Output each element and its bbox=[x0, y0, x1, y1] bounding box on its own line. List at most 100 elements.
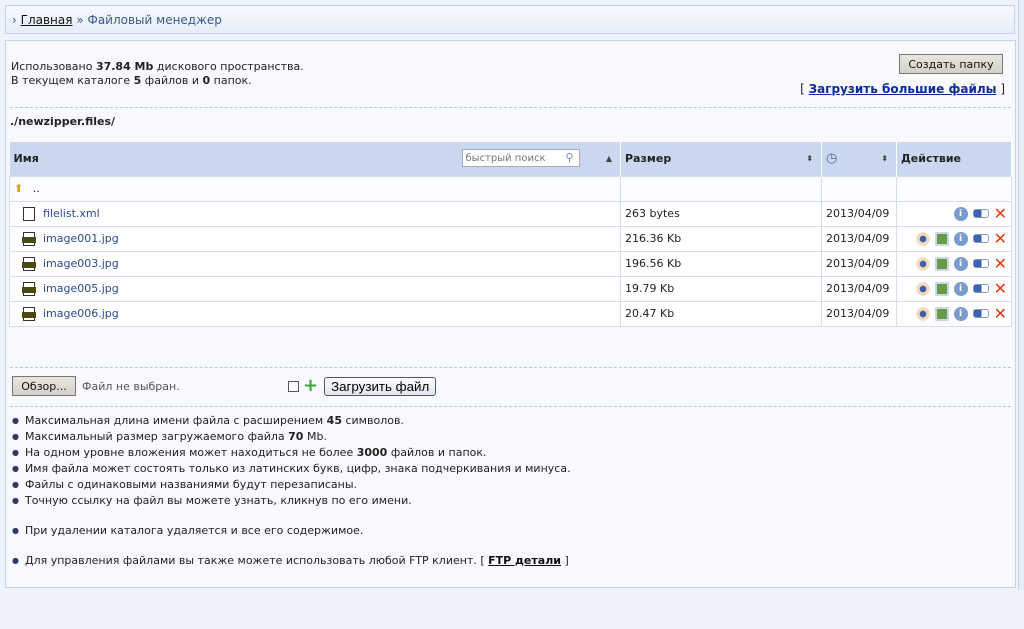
info-icon[interactable]: i bbox=[953, 206, 968, 221]
column-action: Действие bbox=[896, 142, 1012, 176]
note-item: Имя файла может состоять только из латин… bbox=[12, 461, 571, 477]
browse-button[interactable]: Обзор... bbox=[12, 376, 76, 396]
note-text: Максимальная длина имени файла с расшире… bbox=[24, 414, 324, 427]
info-icon[interactable]: i bbox=[953, 306, 968, 321]
quick-search-input[interactable] bbox=[461, 149, 580, 167]
delete-icon[interactable]: ✕ bbox=[994, 280, 1007, 296]
actions: i ✕ bbox=[896, 225, 1012, 252]
parent-dir-row[interactable]: ⬆ .. bbox=[9, 175, 1012, 202]
note-text: При удалении каталога удаляется и все ег… bbox=[24, 524, 364, 537]
actions: i ✕ bbox=[896, 275, 1012, 302]
date-clock-icon: ◷ bbox=[826, 151, 838, 167]
view-icon[interactable] bbox=[915, 306, 930, 321]
note-text: Mb. bbox=[306, 430, 327, 443]
note-item: Для управления файлами вы также можете и… bbox=[12, 553, 571, 569]
breadcrumb-home-link[interactable]: Главная bbox=[21, 13, 73, 27]
header-label: Действие bbox=[901, 152, 961, 166]
file-name-link[interactable]: image006.jpg bbox=[43, 307, 119, 320]
file-name-link[interactable]: image003.jpg bbox=[43, 257, 119, 270]
table-row: filelist.xml 263 bytes 2013/04/09 i ✕ bbox=[9, 200, 1012, 227]
rename-icon[interactable] bbox=[972, 284, 989, 293]
add-file-icon[interactable]: + bbox=[303, 377, 318, 395]
file-table: Имя ⚲ ▲ Размер⬍ ◷⬍ Действие ⬆ .. filelis… bbox=[9, 142, 1012, 327]
divider bbox=[10, 107, 1011, 108]
search-icon[interactable]: ⚲ bbox=[566, 151, 574, 164]
sort-icon[interactable]: ⬍ bbox=[806, 154, 813, 163]
file-size: 196.56 Kb bbox=[620, 250, 822, 277]
note-text: На одном уровне вложения может находитьс… bbox=[24, 446, 354, 459]
column-size[interactable]: Размер ⬍ bbox=[620, 142, 822, 176]
info-icon[interactable]: i bbox=[953, 281, 968, 296]
file-date: 2013/04/09 bbox=[821, 275, 897, 302]
actions: i ✕ bbox=[896, 300, 1012, 327]
file-count: 5 bbox=[133, 74, 142, 87]
image-preview-icon[interactable] bbox=[934, 281, 949, 296]
scrollbar[interactable] bbox=[1018, 0, 1024, 590]
delete-icon[interactable]: ✕ bbox=[994, 205, 1007, 221]
text: дискового пространства. bbox=[156, 60, 304, 73]
note-text: Имя файла может состоять только из латин… bbox=[24, 462, 571, 475]
view-icon[interactable] bbox=[915, 281, 930, 296]
current-path: ./newzipper.files/ bbox=[10, 115, 116, 128]
sort-asc-icon[interactable]: ▲ bbox=[606, 154, 612, 163]
info-icon[interactable]: i bbox=[953, 231, 968, 246]
file-date: 2013/04/09 bbox=[821, 200, 897, 227]
divider bbox=[10, 406, 1011, 407]
upload-form: Обзор... Файл не выбран. + Загрузить фай… bbox=[12, 376, 437, 396]
image-preview-icon[interactable] bbox=[934, 306, 949, 321]
file-name-link[interactable]: image001.jpg bbox=[43, 232, 119, 245]
disk-usage-info: Использовано 37.84 Mb дискового простран… bbox=[11, 60, 304, 88]
file-size: 20.47 Kb bbox=[620, 300, 822, 327]
note-value: 70 bbox=[288, 430, 304, 443]
image-preview-icon[interactable] bbox=[934, 231, 949, 246]
rename-icon[interactable] bbox=[972, 309, 989, 318]
jpg-file-icon bbox=[22, 281, 36, 296]
image-preview-icon[interactable] bbox=[934, 256, 949, 271]
header-label: Размер bbox=[625, 152, 672, 166]
table-row: image005.jpg 19.79 Kb 2013/04/09 i ✕ bbox=[9, 275, 1012, 302]
jpg-file-icon bbox=[22, 231, 36, 246]
delete-icon[interactable]: ✕ bbox=[994, 230, 1007, 246]
note-text: ] bbox=[564, 554, 569, 567]
note-text: символов. bbox=[345, 414, 404, 427]
table-row: image001.jpg 216.36 Kb 2013/04/09 i ✕ bbox=[9, 225, 1012, 252]
file-size: 19.79 Kb bbox=[620, 275, 822, 302]
rename-icon[interactable] bbox=[972, 234, 989, 243]
file-size: 263 bytes bbox=[620, 200, 822, 227]
create-folder-button[interactable]: Создать папку bbox=[899, 54, 1003, 74]
note-item: Точную ссылку на файл вы можете узнать, … bbox=[12, 493, 571, 509]
table-row: image006.jpg 20.47 Kb 2013/04/09 i ✕ bbox=[9, 300, 1012, 327]
file-date: 2013/04/09 bbox=[821, 250, 897, 277]
note-item: На одном уровне вложения может находитьс… bbox=[12, 445, 571, 461]
no-file-label: Файл не выбран. bbox=[82, 379, 180, 393]
text: Использовано bbox=[11, 60, 93, 73]
note-value: 3000 bbox=[356, 446, 388, 459]
column-name[interactable]: Имя ⚲ ▲ bbox=[9, 142, 621, 176]
info-icon[interactable]: i bbox=[953, 256, 968, 271]
breadcrumb: › Главная » Файловый менеджер bbox=[5, 5, 1015, 34]
used-space: 37.84 Mb bbox=[95, 60, 154, 73]
upload-big-files-link[interactable]: Загрузить большие файлы bbox=[809, 82, 997, 96]
rename-icon[interactable] bbox=[972, 259, 989, 268]
rename-icon[interactable] bbox=[972, 209, 989, 218]
upload-file-button[interactable]: Загрузить файл bbox=[324, 376, 437, 396]
file-name-link[interactable]: image005.jpg bbox=[43, 282, 119, 295]
parent-dir-link[interactable]: .. bbox=[33, 182, 40, 195]
delete-icon[interactable]: ✕ bbox=[994, 255, 1007, 271]
file-manager-panel: Использовано 37.84 Mb дискового простран… bbox=[5, 40, 1016, 588]
jpg-file-icon bbox=[22, 306, 36, 321]
sort-icon[interactable]: ⬍ bbox=[881, 154, 888, 163]
delete-icon[interactable]: ✕ bbox=[994, 305, 1007, 321]
note-text: Точную ссылку на файл вы можете узнать, … bbox=[24, 494, 412, 507]
notes-list: Максимальная длина имени файла с расшире… bbox=[12, 413, 571, 569]
actions: i ✕ bbox=[896, 250, 1012, 277]
checkbox[interactable] bbox=[288, 380, 299, 392]
view-icon[interactable] bbox=[915, 256, 930, 271]
column-date[interactable]: ◷ ⬍ bbox=[821, 142, 897, 176]
upload-big-files: [ Загрузить большие файлы ] bbox=[800, 82, 1005, 96]
header-label: Имя bbox=[13, 152, 39, 166]
view-icon[interactable] bbox=[915, 231, 930, 246]
ftp-details-link[interactable]: FTP детали bbox=[488, 554, 561, 567]
file-name-link[interactable]: filelist.xml bbox=[43, 207, 100, 220]
xml-file-icon bbox=[23, 206, 35, 221]
